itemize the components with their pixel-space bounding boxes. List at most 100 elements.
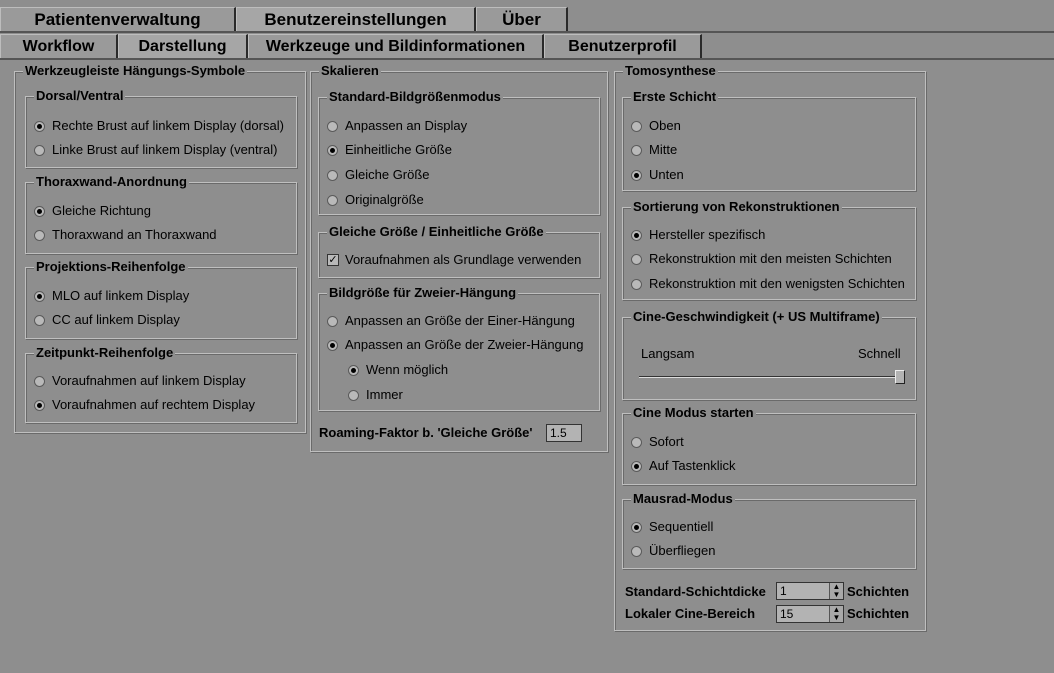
- tab-ueber[interactable]: Über: [476, 7, 568, 31]
- group-title: Tomosynthese: [623, 63, 718, 79]
- radio-selected-icon: [631, 169, 642, 181]
- cine-modus-group: Cine Modus starten Sofort Auf Tastenklic…: [622, 405, 916, 485]
- tab-workflow[interactable]: Workflow: [0, 34, 118, 58]
- zeitpunkt-group: Zeitpunkt-Reihenfolge Voraufnahmen auf l…: [25, 345, 297, 423]
- tab-label: Über: [502, 9, 541, 29]
- spinner-arrows-icon[interactable]: ▲ ▼: [829, 583, 843, 599]
- sortierung-group: Sortierung von Rekonstruktionen Herstell…: [622, 199, 916, 300]
- radio-thoraxwand[interactable]: Thoraxwand an Thoraxwand: [34, 227, 217, 243]
- radio-ueberfliegen[interactable]: Überfliegen: [631, 543, 716, 559]
- radio-zweier-haengung[interactable]: Anpassen an Größe der Zweier-Hängung: [327, 337, 583, 353]
- cine-speed-slider[interactable]: [639, 376, 905, 378]
- radio-label: Voraufnahmen auf rechtem Display: [52, 397, 256, 412]
- checkbox-voraufnahmen-grundlage[interactable]: ✓ Voraufnahmen als Grundlage verwenden: [327, 252, 581, 268]
- group-title: Skalieren: [319, 63, 381, 79]
- radio-icon: [631, 278, 642, 290]
- group-title: Werkzeugleiste Hängungs-Symbole: [23, 63, 248, 79]
- radio-anpassen-display[interactable]: Anpassen an Display: [327, 118, 467, 134]
- tab-label: Werkzeuge und Bildinformationen: [265, 37, 526, 55]
- thoraxwand-group: Thoraxwand-Anordnung Gleiche Richtung Th…: [25, 174, 297, 254]
- radio-ventral[interactable]: Linke Brust auf linkem Display (ventral): [34, 142, 277, 158]
- standard-bildgroesse-group: Standard-Bildgrößenmodus Anpassen an Dis…: [318, 89, 600, 215]
- group-title: Gleiche Größe / Einheitliche Größe: [327, 224, 546, 240]
- radio-label: Oben: [649, 118, 681, 133]
- radio-unten[interactable]: Unten: [631, 167, 684, 183]
- mausrad-group: Mausrad-Modus Sequentiell Überfliegen: [622, 491, 916, 569]
- radio-dorsal[interactable]: Rechte Brust auf linkem Display (dorsal): [34, 118, 284, 134]
- radio-icon: [327, 169, 338, 181]
- radio-selected-icon: [34, 205, 45, 217]
- radio-selected-icon: [348, 364, 359, 376]
- radio-label: Gleiche Richtung: [52, 203, 151, 218]
- radio-einer-haengung[interactable]: Anpassen an Größe der Einer-Hängung: [327, 313, 575, 329]
- spinner-arrows-icon[interactable]: ▲ ▼: [829, 606, 843, 622]
- group-title: Cine Modus starten: [631, 405, 756, 421]
- radio-label: Gleiche Größe: [345, 167, 430, 182]
- radio-label: Wenn möglich: [366, 362, 449, 377]
- slider-thumb[interactable]: [895, 370, 905, 384]
- tab-werkzeuge[interactable]: Werkzeuge und Bildinformationen: [248, 34, 544, 58]
- group-title: Mausrad-Modus: [631, 491, 735, 507]
- radio-label: CC auf linkem Display: [52, 312, 180, 327]
- radio-voraufnahmen-rechts[interactable]: Voraufnahmen auf rechtem Display: [34, 397, 255, 413]
- radio-label: Sofort: [649, 434, 684, 449]
- radio-mitte[interactable]: Mitte: [631, 142, 677, 158]
- schichtdicke-spinbox[interactable]: 1 ▲ ▼: [776, 582, 844, 600]
- spinbox-value: 1: [780, 584, 787, 598]
- group-title: Thoraxwand-Anordnung: [34, 174, 189, 190]
- group-title: Projektions-Reihenfolge: [34, 259, 188, 275]
- radio-icon: [631, 545, 642, 557]
- radio-originalgroesse[interactable]: Originalgröße: [327, 192, 424, 208]
- radio-wenigste-schichten[interactable]: Rekonstruktion mit den wenigsten Schicht…: [631, 276, 905, 292]
- radio-icon: [34, 229, 45, 241]
- radio-icon: [34, 375, 45, 387]
- radio-sofort[interactable]: Sofort: [631, 434, 684, 450]
- radio-icon: [327, 120, 338, 132]
- radio-auf-tastenklick[interactable]: Auf Tastenklick: [631, 458, 735, 474]
- roaming-faktor-input[interactable]: 1.5: [546, 424, 582, 442]
- radio-voraufnahmen-links[interactable]: Voraufnahmen auf linkem Display: [34, 373, 246, 389]
- radio-hersteller-spezifisch[interactable]: Hersteller spezifisch: [631, 227, 765, 243]
- radio-selected-icon: [34, 290, 45, 302]
- slider-max-label: Schnell: [858, 346, 901, 361]
- radio-meiste-schichten[interactable]: Rekonstruktion mit den meisten Schichten: [631, 251, 892, 267]
- radio-selected-icon: [34, 120, 45, 132]
- sub-tabs: Workflow Darstellung Werkzeuge und Bildi…: [0, 34, 702, 58]
- radio-label: Sequentiell: [649, 519, 714, 534]
- radio-label: Linke Brust auf linkem Display (ventral): [52, 142, 278, 157]
- tab-benutzereinstellungen[interactable]: Benutzereinstellungen: [236, 7, 476, 31]
- zweier-haengung-group: Bildgröße für Zweier-Hängung Anpassen an…: [318, 285, 600, 411]
- radio-wenn-moeglich[interactable]: Wenn möglich: [348, 362, 448, 378]
- radio-gleiche-richtung[interactable]: Gleiche Richtung: [34, 203, 151, 219]
- radio-cc[interactable]: CC auf linkem Display: [34, 312, 180, 328]
- radio-label: Auf Tastenklick: [649, 458, 736, 473]
- radio-einheitliche-groesse[interactable]: Einheitliche Größe: [327, 142, 452, 158]
- slider-min-label: Langsam: [641, 346, 695, 361]
- radio-label: Rekonstruktion mit den wenigsten Schicht…: [649, 276, 905, 291]
- radio-oben[interactable]: Oben: [631, 118, 681, 134]
- radio-icon: [631, 253, 642, 265]
- tab-label: Darstellung: [138, 37, 227, 55]
- tab-benutzerprofil[interactable]: Benutzerprofil: [544, 34, 702, 58]
- radio-icon: [327, 194, 338, 206]
- roaming-faktor-label: Roaming-Faktor b. 'Gleiche Größe': [319, 425, 533, 440]
- main-tabs: Patientenverwaltung Benutzereinstellunge…: [0, 7, 568, 31]
- group-title: Cine-Geschwindigkeit (+ US Multiframe): [631, 309, 882, 325]
- tab-label: Benutzerprofil: [568, 37, 677, 55]
- radio-mlo[interactable]: MLO auf linkem Display: [34, 288, 189, 304]
- radio-sequentiell[interactable]: Sequentiell: [631, 519, 713, 535]
- schichtdicke-label: Standard-Schichtdicke: [625, 584, 766, 599]
- tab-darstellung[interactable]: Darstellung: [118, 34, 248, 58]
- radio-label: MLO auf linkem Display: [52, 288, 190, 303]
- tab-patientenverwaltung[interactable]: Patientenverwaltung: [0, 7, 236, 31]
- radio-selected-icon: [631, 229, 642, 241]
- radio-label: Anpassen an Größe der Zweier-Hängung: [345, 337, 584, 352]
- radio-immer[interactable]: Immer: [348, 387, 403, 403]
- group-title: Bildgröße für Zweier-Hängung: [327, 285, 519, 301]
- radio-icon: [631, 436, 642, 448]
- radio-gleiche-groesse[interactable]: Gleiche Größe: [327, 167, 430, 183]
- cine-geschwindigkeit-group: Cine-Geschwindigkeit (+ US Multiframe) L…: [622, 309, 916, 400]
- cine-bereich-spinbox[interactable]: 15 ▲ ▼: [776, 605, 844, 623]
- radio-selected-icon: [327, 144, 338, 156]
- tab-label: Patientenverwaltung: [34, 9, 201, 29]
